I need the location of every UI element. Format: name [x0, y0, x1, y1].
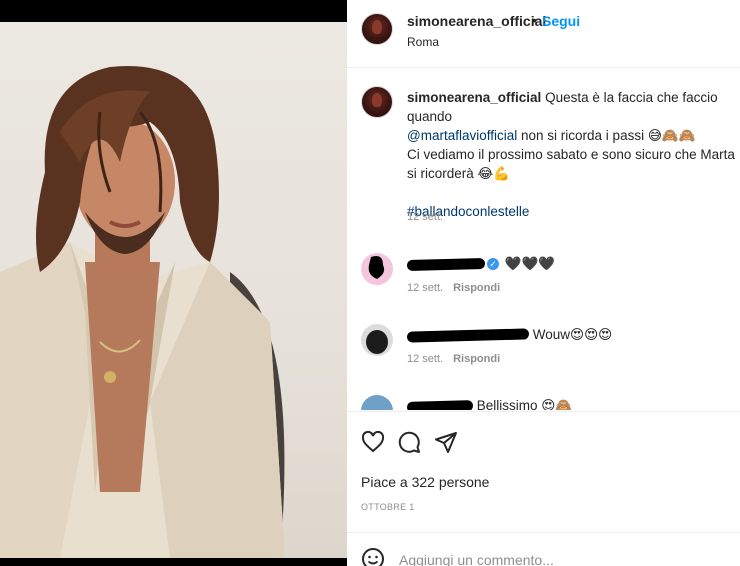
add-comment-bar [347, 532, 740, 566]
comment-avatar[interactable] [361, 324, 393, 356]
avatar-silhouette [366, 330, 388, 354]
comment-text: Bellissimo 😍🙈 [476, 398, 573, 410]
comment-text: 🖤🖤🖤 [504, 256, 556, 271]
heart-icon[interactable] [361, 430, 385, 454]
comment-avatar[interactable] [361, 395, 393, 410]
comment-item: Bellissimo 😍🙈 [347, 393, 740, 410]
portrait-illustration [0, 65, 285, 558]
post-media-pane [0, 0, 347, 566]
redaction-bar [406, 328, 530, 343]
caption-text-2: non si ricorda i passi 😅🙈🙈 [521, 128, 696, 143]
comments-list[interactable]: simonearena_official Questa è la faccia … [347, 69, 740, 410]
comment-timestamp[interactable]: 12 sett. [407, 282, 443, 294]
caption-mention[interactable]: @martaflaviofficial [407, 128, 517, 143]
comment-input[interactable] [399, 551, 719, 566]
post-side-panel: simonearena_official • Segui Roma simone… [347, 0, 740, 566]
comment-body: Bellissimo 😍🙈 [406, 398, 573, 410]
post-date[interactable]: OTTOBRE 1 [361, 502, 415, 512]
comment-meta: 12 sett. Rispondi [407, 353, 500, 365]
caption-username[interactable]: simonearena_official [407, 90, 541, 105]
comment-text: Wouw😍😍😍 [532, 327, 613, 342]
caption-text-3: Ci vediamo il prossimo sabato e sono sic… [407, 147, 735, 181]
likes-count[interactable]: Piace a 322 persone [361, 474, 489, 490]
comment-meta: 12 sett. Rispondi [407, 282, 500, 294]
redaction-bar [406, 400, 474, 410]
comment-body: ✓ 🖤🖤🖤 [406, 256, 556, 272]
comment-avatar[interactable] [361, 253, 393, 285]
verified-badge-icon: ✓ [487, 258, 499, 271]
comment-timestamp[interactable]: 12 sett. [407, 353, 443, 365]
caption-author-avatar[interactable] [361, 86, 393, 118]
post-location[interactable]: Roma [407, 35, 439, 49]
comment-item: Wouw😍😍😍 12 sett. Rispondi [347, 322, 740, 382]
author-username[interactable]: simonearena_official [407, 13, 546, 29]
emoji-icon[interactable] [361, 547, 385, 566]
post-photo[interactable] [0, 22, 347, 558]
comment-body: Wouw😍😍😍 [406, 327, 613, 343]
comment-icon[interactable] [397, 430, 421, 454]
comment-username[interactable] [406, 327, 530, 343]
post-header: simonearena_official • Segui Roma [347, 0, 740, 68]
reply-button[interactable]: Rispondi [453, 282, 500, 294]
comment-username[interactable] [406, 256, 486, 271]
avatar-silhouette [368, 256, 385, 279]
reply-button[interactable]: Rispondi [453, 353, 500, 365]
post-caption: simonearena_official Questa è la faccia … [407, 88, 737, 221]
comment-username[interactable] [406, 398, 474, 410]
redaction-bar [406, 257, 486, 271]
paper-plane-icon[interactable] [434, 430, 458, 454]
comment-item: ✓ 🖤🖤🖤 12 sett. Rispondi [347, 251, 740, 311]
header-separator: • [532, 12, 537, 28]
author-avatar[interactable] [361, 13, 393, 45]
caption-timestamp[interactable]: 12 sett. [407, 211, 443, 223]
follow-button[interactable]: Segui [542, 13, 580, 29]
post-actions: Piace a 322 persone OTTOBRE 1 [347, 411, 740, 532]
